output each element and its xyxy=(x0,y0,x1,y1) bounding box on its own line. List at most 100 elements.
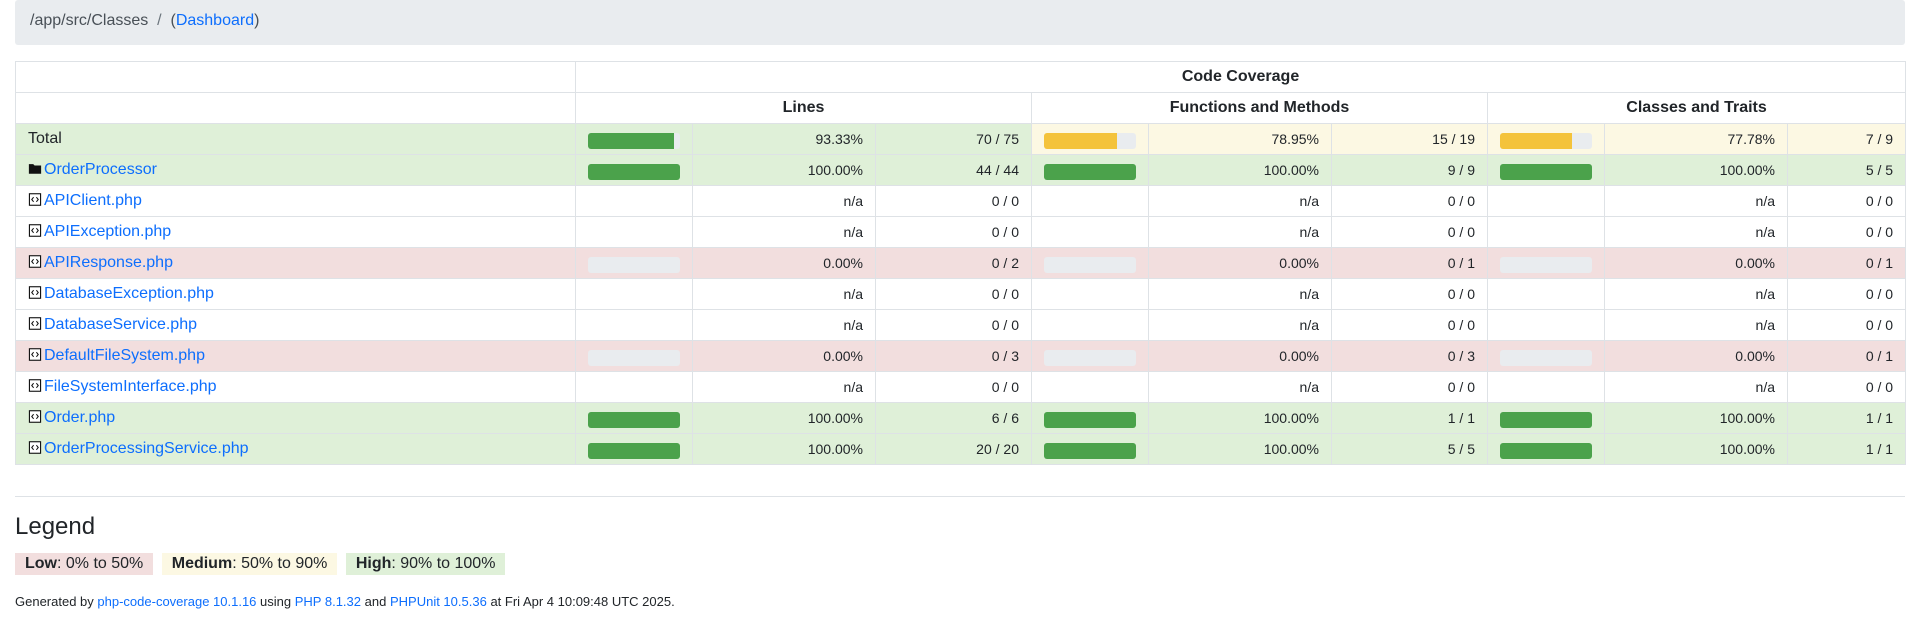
phpunit-link[interactable]: PHPUnit 10.5.36 xyxy=(390,594,487,609)
classes-count: 0 / 0 xyxy=(1786,216,1907,248)
functions-progress-cell xyxy=(1031,340,1149,372)
classes-progress-cell xyxy=(1487,185,1605,217)
classes-percent: 100.00% xyxy=(1604,154,1788,186)
header-code-coverage: Code Coverage xyxy=(574,61,1907,93)
php-code-coverage-link[interactable]: php-code-coverage 10.1.16 xyxy=(97,594,256,609)
lines-progress-cell xyxy=(575,402,693,434)
file-link[interactable]: DatabaseService.php xyxy=(44,316,197,333)
functions-count: 9 / 9 xyxy=(1331,154,1488,186)
table-row: OrderProcessor 100.00% 44 / 44 100.00% 9 / 9… xyxy=(15,154,1907,186)
classes-progress-cell xyxy=(1487,340,1605,372)
functions-percent: n/a xyxy=(1148,309,1332,341)
functions-progress-fill xyxy=(1044,132,1117,149)
functions-count: 0 / 0 xyxy=(1331,216,1488,248)
lines-progress-fill xyxy=(588,163,680,180)
functions-progress-bar xyxy=(1044,411,1136,428)
functions-progress-fill xyxy=(1044,411,1136,428)
footer-timestamp: at Fri Apr 4 10:09:48 UTC 2025. xyxy=(490,594,675,609)
divider xyxy=(15,496,1905,497)
file-link[interactable]: DatabaseException.php xyxy=(44,285,214,302)
functions-percent: n/a xyxy=(1148,371,1332,403)
classes-percent: n/a xyxy=(1604,185,1788,217)
classes-count: 0 / 0 xyxy=(1786,278,1907,310)
lines-count: 0 / 0 xyxy=(875,309,1032,341)
classes-progress-fill xyxy=(1500,132,1572,149)
file-link[interactable]: OrderProcessingService.php xyxy=(44,440,249,457)
coverage-table: Code Coverage Lines Functions and Method… xyxy=(15,61,1907,465)
dashboard-link[interactable]: Dashboard xyxy=(176,12,254,29)
functions-percent: 0.00% xyxy=(1148,340,1332,372)
functions-count: 0 / 3 xyxy=(1331,340,1488,372)
breadcrumb-separator: / xyxy=(157,12,162,29)
lines-progress-bar xyxy=(588,163,680,180)
classes-progress-cell xyxy=(1487,433,1605,465)
legend: Low: 0% to 50% Medium: 50% to 90% High: … xyxy=(15,553,509,575)
file-code-icon xyxy=(28,223,44,240)
lines-percent: 100.00% xyxy=(692,154,876,186)
footer-generated-by: Generated by xyxy=(15,594,94,609)
functions-progress-cell xyxy=(1031,185,1149,217)
php-link[interactable]: PHP 8.1.32 xyxy=(295,594,361,609)
file-link[interactable]: OrderProcessor xyxy=(44,161,157,178)
file-link[interactable]: APIClient.php xyxy=(44,192,142,209)
classes-progress-fill xyxy=(1500,442,1592,459)
functions-percent: 100.00% xyxy=(1148,154,1332,186)
functions-percent: 100.00% xyxy=(1148,402,1332,434)
classes-count: 0 / 0 xyxy=(1786,371,1907,403)
lines-percent: 0.00% xyxy=(692,247,876,279)
functions-progress-bar xyxy=(1044,163,1136,180)
file-link[interactable]: APIResponse.php xyxy=(44,254,173,271)
file-link[interactable]: Order.php xyxy=(44,409,115,426)
classes-percent: 100.00% xyxy=(1604,433,1788,465)
classes-progress-bar xyxy=(1500,349,1592,366)
lines-progress-cell xyxy=(575,433,693,465)
functions-progress-cell xyxy=(1031,371,1149,403)
legend-medium-label: Medium xyxy=(171,555,233,572)
classes-progress-bar xyxy=(1500,163,1592,180)
file-link[interactable]: APIException.php xyxy=(44,223,171,240)
lines-percent: n/a xyxy=(692,216,876,248)
functions-percent: n/a xyxy=(1148,216,1332,248)
legend-high: High: 90% to 100% xyxy=(345,553,506,575)
functions-progress-cell xyxy=(1031,154,1149,186)
classes-count: 0 / 0 xyxy=(1786,309,1907,341)
footer: Generated by php-code-coverage 10.1.16 u… xyxy=(15,594,675,609)
classes-progress-fill xyxy=(1500,411,1592,428)
classes-progress-fill xyxy=(1500,163,1592,180)
classes-percent: 0.00% xyxy=(1604,247,1788,279)
functions-count: 0 / 0 xyxy=(1331,371,1488,403)
file-link[interactable]: DefaultFileSystem.php xyxy=(44,347,205,364)
classes-progress-cell xyxy=(1487,123,1605,155)
header-empty xyxy=(15,61,576,93)
lines-count: 20 / 20 xyxy=(875,433,1032,465)
lines-percent: n/a xyxy=(692,371,876,403)
functions-progress-cell xyxy=(1031,433,1149,465)
classes-percent: n/a xyxy=(1604,371,1788,403)
lines-progress-cell xyxy=(575,371,693,403)
file-code-icon xyxy=(28,440,44,457)
functions-percent: 78.95% xyxy=(1148,123,1332,155)
classes-progress-bar xyxy=(1500,442,1592,459)
footer-using: using xyxy=(260,594,292,609)
lines-progress-bar xyxy=(588,256,680,273)
lines-percent: 0.00% xyxy=(692,340,876,372)
lines-progress-bar xyxy=(588,411,680,428)
classes-percent: 0.00% xyxy=(1604,340,1788,372)
functions-percent: 100.00% xyxy=(1148,433,1332,465)
table-row: OrderProcessingService.php 100.00% 20 / 20… xyxy=(15,433,1907,465)
legend-low-range: : 0% to 50% xyxy=(57,555,144,572)
lines-progress-cell xyxy=(575,185,693,217)
legend-medium: Medium: 50% to 90% xyxy=(161,553,338,575)
classes-progress-bar xyxy=(1500,411,1592,428)
classes-count: 7 / 9 xyxy=(1786,123,1907,155)
lines-progress-cell xyxy=(575,123,693,155)
table-row: APIClient.php n/a 0 / 0 n/a 0 / 0 n/a 0 / 0 xyxy=(15,185,1907,217)
lines-progress-cell xyxy=(575,154,693,186)
lines-percent: 93.33% xyxy=(692,123,876,155)
header-lines: Lines xyxy=(575,92,1032,124)
lines-progress-cell xyxy=(575,309,693,341)
header-classes-traits: Classes and Traits xyxy=(1486,92,1907,124)
file-link[interactable]: FileSystemInterface.php xyxy=(44,378,217,395)
classes-percent: n/a xyxy=(1604,309,1788,341)
table-row: Total 93.33% 70 / 75 78.95% 15 / 19 77.78% 7 /… xyxy=(15,123,1907,155)
